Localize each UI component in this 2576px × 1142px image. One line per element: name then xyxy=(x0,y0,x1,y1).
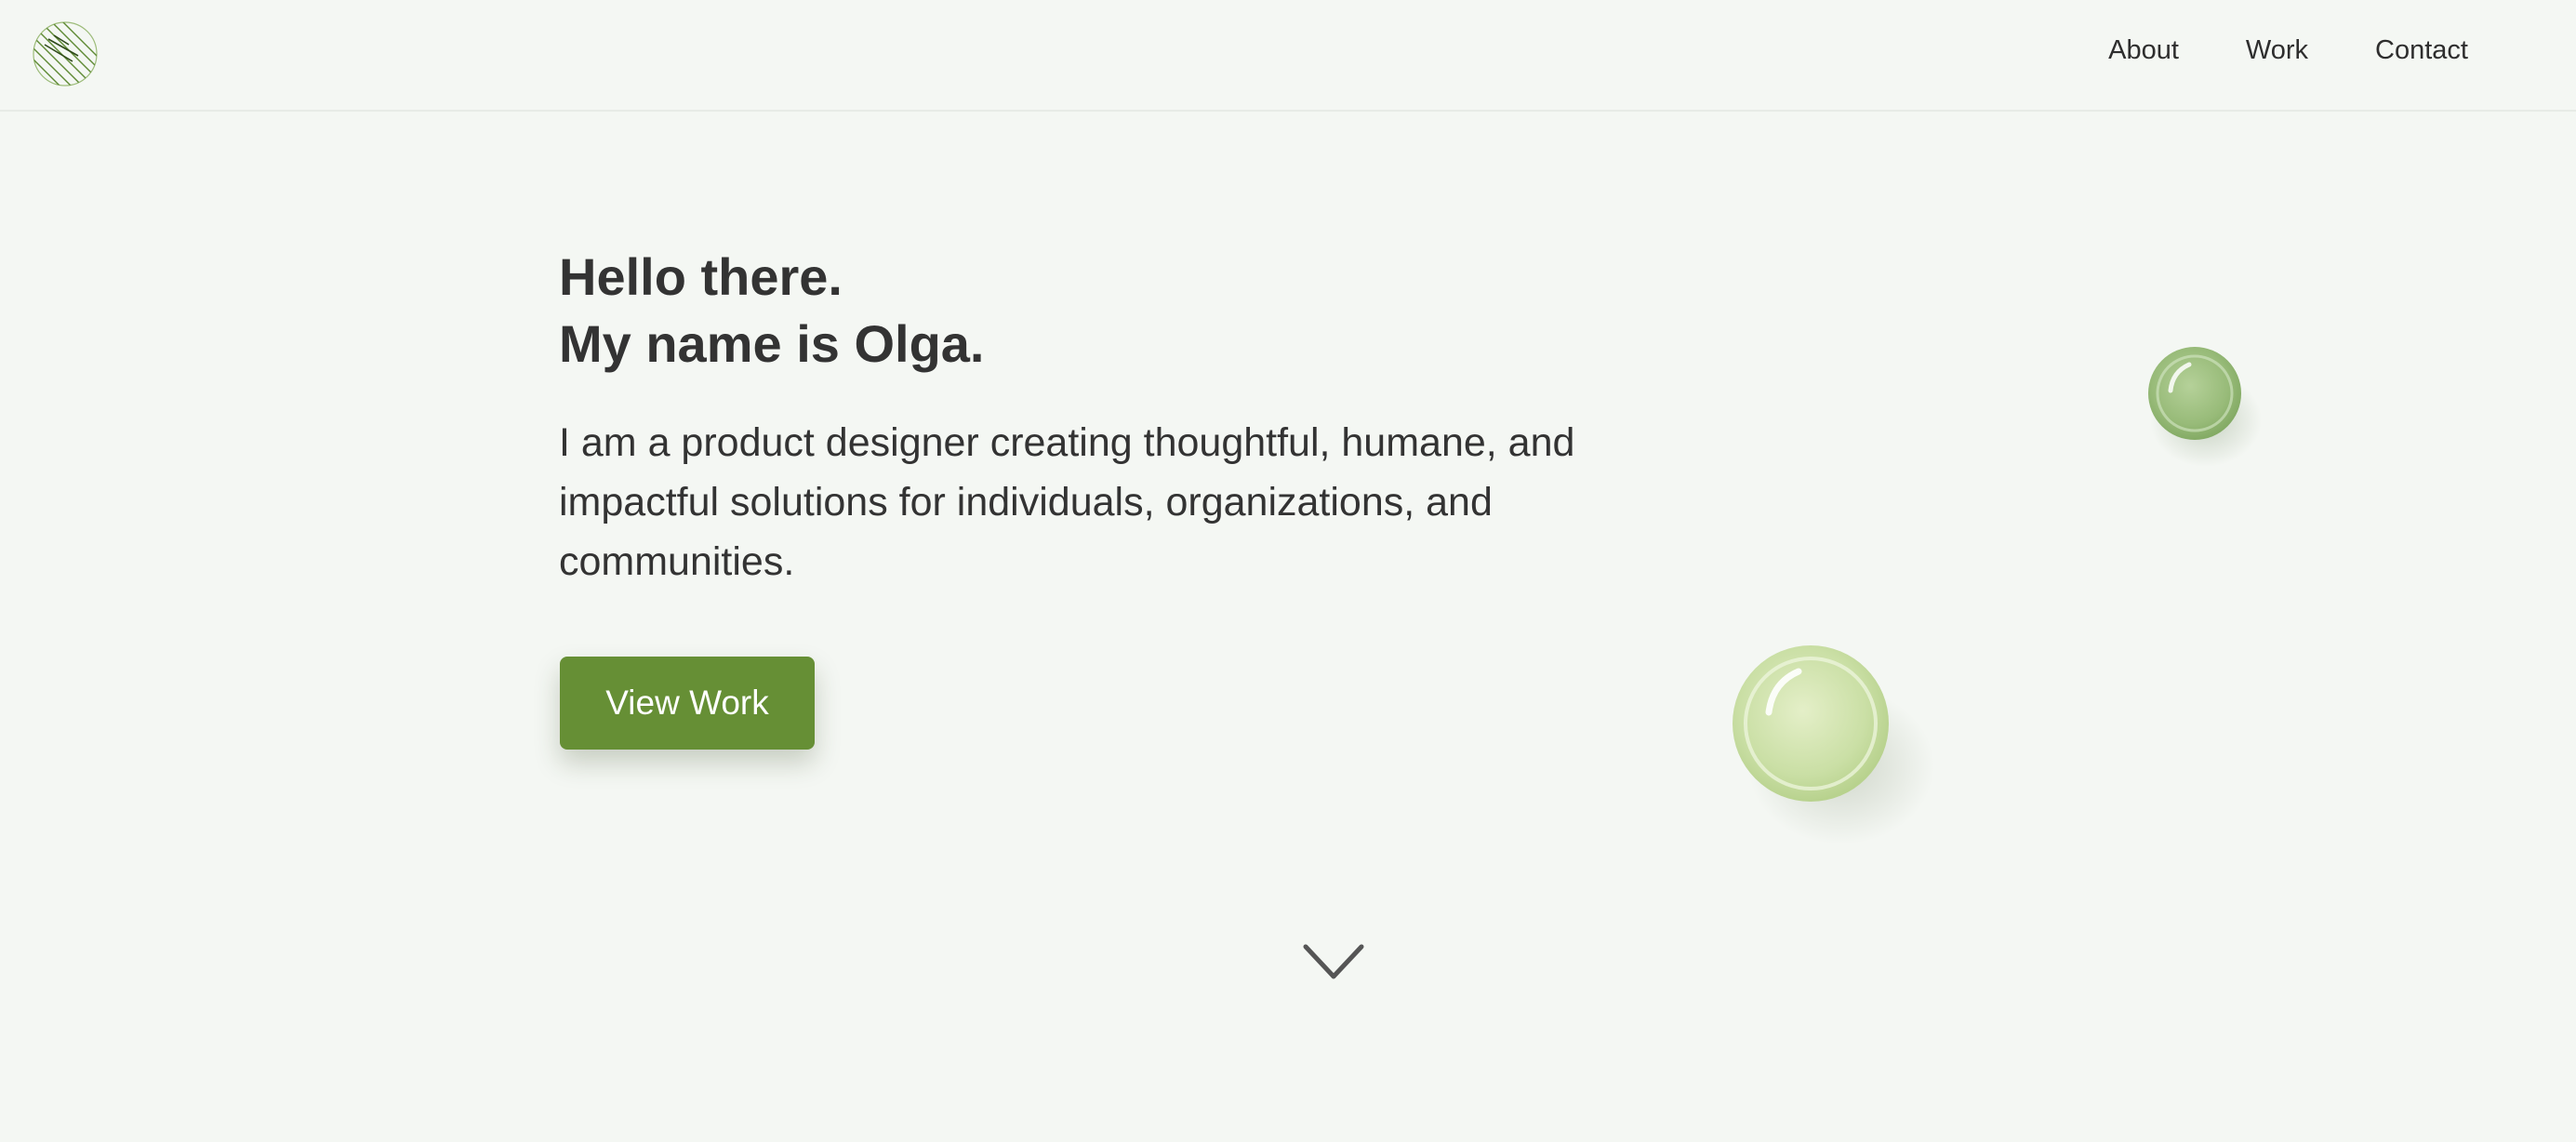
main-nav: About Work Contact xyxy=(2041,0,2468,100)
hero-heading-line1: Hello there. xyxy=(559,247,843,306)
small-bubble-icon xyxy=(2148,347,2262,467)
logo-icon[interactable] xyxy=(32,20,99,87)
hero-heading-line2: My name is Olga. xyxy=(559,314,985,373)
hero-section: Hello there. My name is Olga. I am a pro… xyxy=(559,244,1675,591)
page: About Work Contact Hello there. My name … xyxy=(0,0,2576,1142)
view-work-button[interactable]: View Work xyxy=(560,657,815,750)
nav-about[interactable]: About xyxy=(2108,35,2179,66)
nav-contact[interactable]: Contact xyxy=(2375,35,2468,66)
hero-heading: Hello there. My name is Olga. xyxy=(559,244,1675,378)
nav-work[interactable]: Work xyxy=(2246,35,2308,66)
site-header: About Work Contact xyxy=(0,0,2576,112)
hero-intro: I am a product designer creating thought… xyxy=(559,420,1575,584)
chevron-down-icon[interactable] xyxy=(1302,941,1365,982)
large-bubble-icon xyxy=(1733,645,1934,844)
